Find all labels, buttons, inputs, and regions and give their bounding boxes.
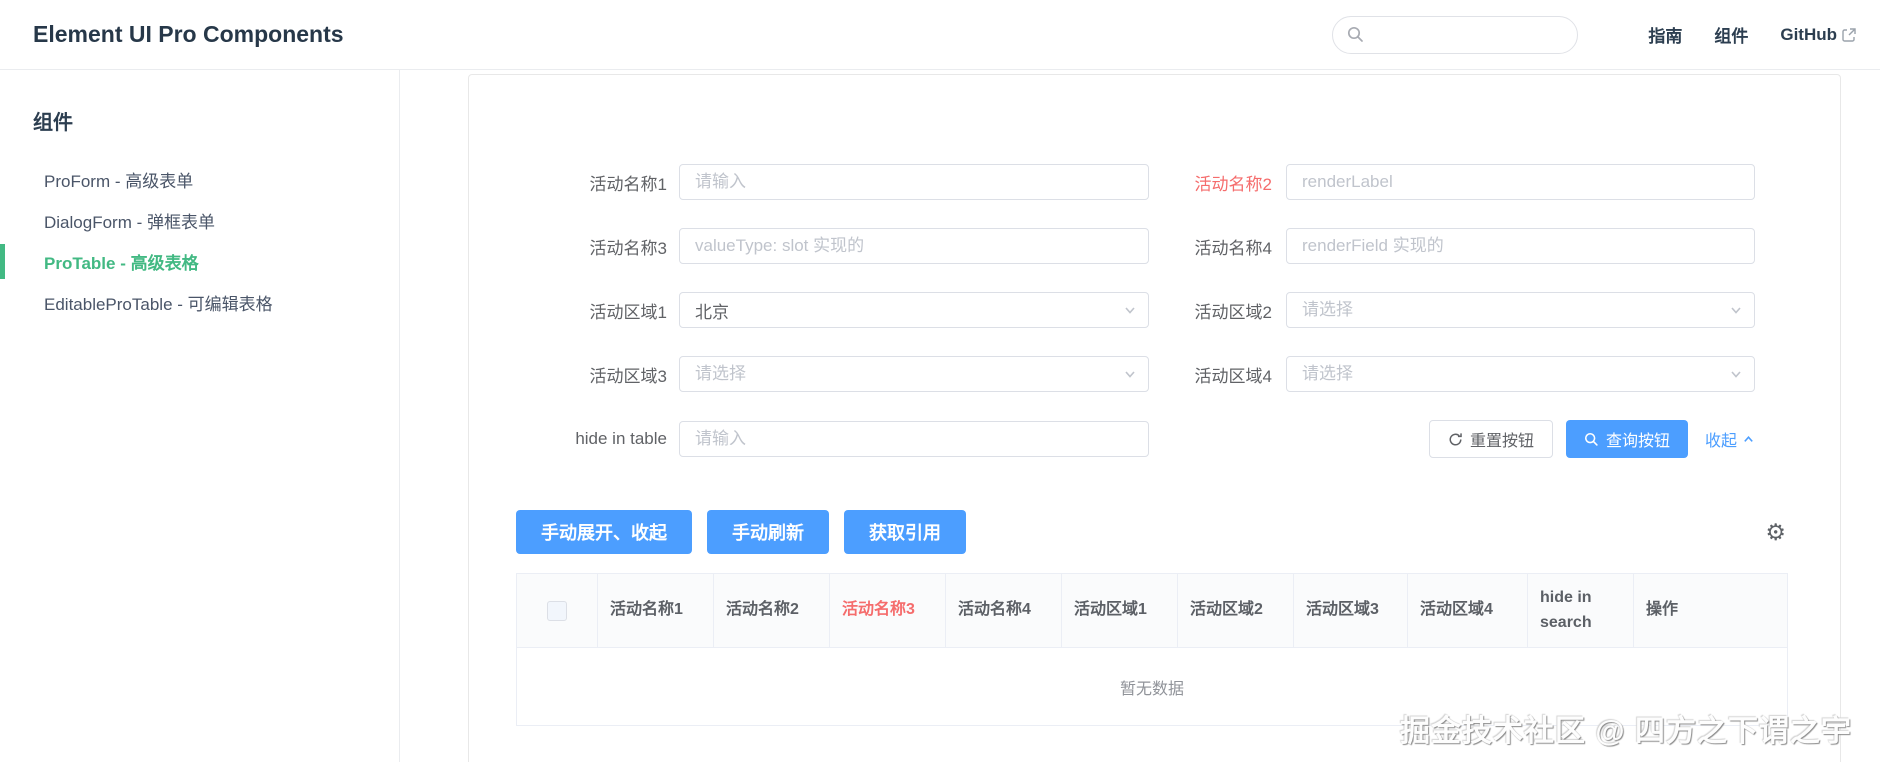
- search-icon: [1347, 26, 1364, 43]
- form-item-hide-in-table: hide in table: [469, 421, 1149, 457]
- main-content: 活动名称1 活动名称2 活动名称3: [400, 70, 1880, 762]
- collapse-link[interactable]: 收起: [1705, 427, 1755, 451]
- chevron-up-icon: [1742, 433, 1755, 446]
- form-item-area1: 活动区域1: [469, 292, 1149, 328]
- table-header-area4: 活动区域4: [1408, 574, 1528, 647]
- app-header: Element UI Pro Components 指南 组件 GitHub: [0, 0, 1880, 70]
- form-actions: 重置按钮 查询按钮 收起: [1428, 420, 1755, 458]
- form-row-1: 活动名称1 活动名称2: [469, 164, 1755, 200]
- sidebar-heading: 组件: [33, 112, 73, 134]
- sidebar-list: ProForm - 高级表单 DialogForm - 弹框表单 ProTabl…: [0, 159, 399, 323]
- name1-input[interactable]: [679, 164, 1149, 200]
- table-header-name2: 活动名称2: [714, 574, 830, 647]
- header-search[interactable]: [1332, 15, 1579, 54]
- app-title: Element UI Pro Components: [33, 21, 344, 47]
- table-header-actions: 操作: [1646, 601, 1679, 619]
- sidebar-item-protable[interactable]: ProTable - 高级表格: [0, 241, 399, 282]
- table-header-row: 活动名称1 活动名称2 活动名称3 活动名称4 活动区域1 活动区域2 活动区域…: [517, 574, 1787, 648]
- name3-input[interactable]: [679, 228, 1149, 264]
- settings-gear-icon[interactable]: ⚙: [1765, 520, 1786, 544]
- select-all-checkbox[interactable]: [547, 600, 567, 621]
- pro-form: 活动名称1 活动名称2 活动名称3: [469, 75, 1755, 458]
- table-toolbar: 手动展开、收起 手动刷新 获取引用 ⚙: [516, 510, 1788, 554]
- area1-select[interactable]: [679, 292, 1149, 328]
- name2-input[interactable]: [1286, 164, 1755, 200]
- table-header-checkbox-cell: [517, 574, 598, 647]
- demo-card: 活动名称1 活动名称2 活动名称3: [468, 74, 1841, 762]
- name4-input[interactable]: [1286, 228, 1755, 264]
- sidebar: 组件 ProForm - 高级表单 DialogForm - 弹框表单 ProT…: [0, 70, 400, 762]
- form-row-2: 活动名称3 活动名称4: [469, 228, 1755, 264]
- manual-refresh-button[interactable]: 手动刷新: [707, 510, 829, 554]
- nav-item-github[interactable]: GitHub: [1780, 25, 1856, 45]
- table-header-area3: 活动区域3: [1294, 574, 1408, 647]
- nav-item-components[interactable]: 组件: [1714, 22, 1748, 47]
- table-header-hide-in-search: hide in search: [1528, 574, 1634, 647]
- nav-item-guide[interactable]: 指南: [1648, 22, 1682, 47]
- sidebar-item-editableprotable[interactable]: EditableProTable - 可编辑表格: [0, 282, 399, 323]
- form-row-4: 活动区域3 活动区域4: [469, 356, 1755, 392]
- header-search-input[interactable]: [1372, 26, 1572, 43]
- area3-select[interactable]: [679, 356, 1149, 392]
- form-row-3: 活动区域1 活动区域2: [469, 292, 1755, 328]
- table-header-area1: 活动区域1: [1062, 574, 1178, 647]
- area2-select[interactable]: [1286, 292, 1755, 328]
- search-icon: [1584, 432, 1599, 447]
- pro-table: 活动名称1 活动名称2 活动名称3 活动名称4 活动区域1 活动区域2 活动区域…: [516, 573, 1788, 726]
- form-row-5: hide in table 重置按钮: [469, 420, 1755, 458]
- header-right: 指南 组件 GitHub: [1332, 15, 1856, 54]
- external-link-icon: [1842, 27, 1856, 42]
- table-header-name1: 活动名称1: [598, 574, 714, 647]
- form-item-name2: 活动名称2: [1149, 164, 1755, 200]
- sidebar-item-proform[interactable]: ProForm - 高级表单: [0, 159, 399, 200]
- form-item-name1: 活动名称1: [469, 164, 1149, 200]
- form-item-area3: 活动区域3: [469, 356, 1149, 392]
- form-item-area4: 活动区域4: [1149, 356, 1755, 392]
- query-button[interactable]: 查询按钮: [1565, 420, 1688, 458]
- toggle-expand-button[interactable]: 手动展开、收起: [516, 510, 692, 554]
- form-item-name3: 活动名称3: [469, 228, 1149, 264]
- get-ref-button[interactable]: 获取引用: [844, 510, 966, 554]
- refresh-icon: [1448, 432, 1463, 447]
- table-header-name3: 活动名称3: [830, 574, 946, 647]
- area4-select[interactable]: [1286, 356, 1755, 392]
- sidebar-item-dialogform[interactable]: DialogForm - 弹框表单: [0, 200, 399, 241]
- table-header-name4: 活动名称4: [946, 574, 1062, 647]
- table-header-area2: 活动区域2: [1178, 574, 1294, 647]
- hide-in-table-input[interactable]: [679, 421, 1149, 457]
- form-item-name4: 活动名称4: [1149, 228, 1755, 264]
- reset-button[interactable]: 重置按钮: [1428, 420, 1553, 458]
- form-item-area2: 活动区域2: [1149, 292, 1755, 328]
- table-empty-text: 暂无数据: [517, 648, 1787, 726]
